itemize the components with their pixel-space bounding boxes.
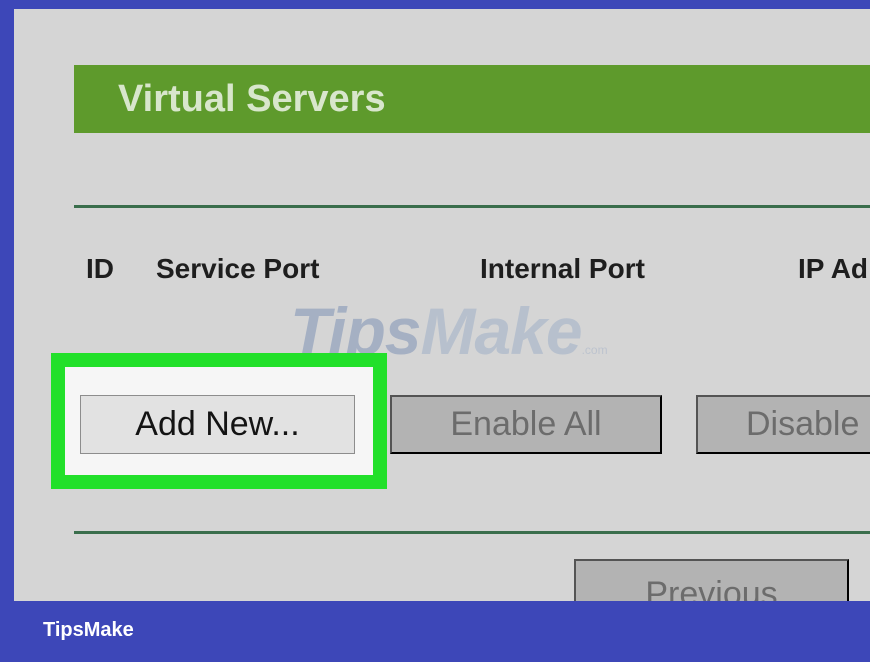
column-header-internal-port: Internal Port — [480, 253, 645, 284]
column-header-ip-address: IP Ad — [798, 253, 869, 284]
footer-brand: TipsMake — [43, 619, 134, 641]
router-config-panel: Virtual Servers ID Service Port Internal… — [14, 9, 870, 601]
divider-top — [74, 205, 870, 208]
watermark-make: Make — [420, 294, 582, 368]
footer-bar: TipsMake — [0, 601, 870, 662]
previous-button[interactable]: Previous — [574, 559, 849, 601]
watermark-suffix: .com — [581, 343, 608, 357]
divider-bottom — [74, 531, 870, 534]
enable-all-button[interactable]: Enable All — [390, 395, 662, 454]
disable-all-button[interactable]: Disable — [696, 395, 870, 454]
column-header-service-port: Service Port — [156, 253, 320, 284]
add-new-button[interactable]: Add New... — [80, 395, 355, 454]
section-header: Virtual Servers — [74, 65, 870, 133]
page-title: Virtual Servers — [118, 77, 386, 120]
column-header-id: ID — [86, 253, 114, 284]
